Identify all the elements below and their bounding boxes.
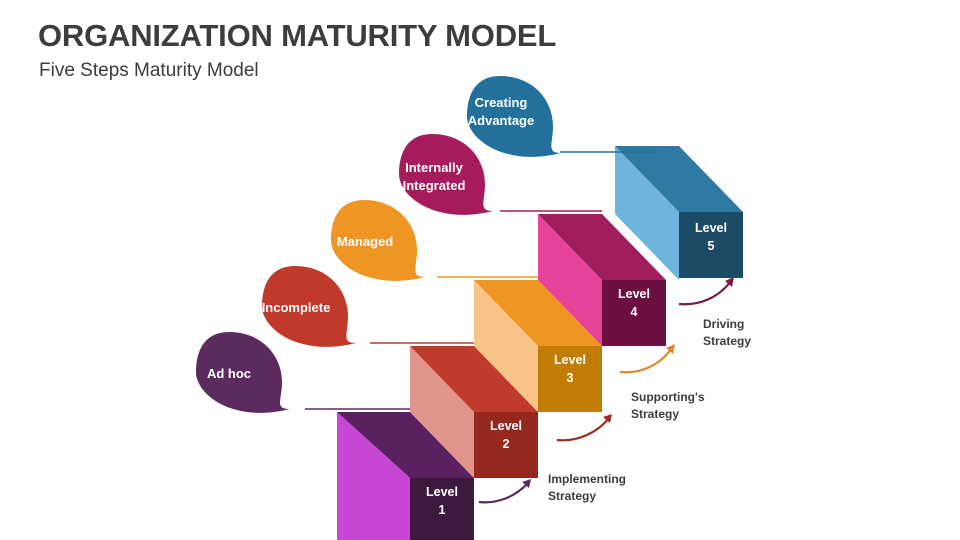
- callout-incomplete[interactable]: Incomplete: [262, 266, 356, 347]
- callout-creating-advantage-label-line2: Advantage: [468, 113, 534, 128]
- callout-ad-hoc[interactable]: Ad hoc: [196, 332, 290, 413]
- callout-ad-hoc-label: Ad hoc: [207, 366, 251, 381]
- callout-managed-label: Managed: [337, 234, 393, 249]
- arrow-driving: [678, 277, 734, 306]
- level-3-label-line2: 3: [567, 371, 574, 385]
- level-2-label-line1: Level: [490, 419, 522, 433]
- level-2-label-line2: 2: [503, 437, 510, 451]
- strategy-supportings-line1: Supporting's: [631, 390, 705, 404]
- callout-incomplete-label: Incomplete: [262, 300, 331, 315]
- page-title: ORGANIZATION MATURITY MODEL: [38, 18, 557, 53]
- callout-internally-integrated[interactable]: Internally Integrated: [399, 134, 493, 215]
- strategy-label-implementing: Implementing Strategy: [548, 472, 626, 503]
- callout-creating-advantage[interactable]: Creating Advantage: [467, 76, 561, 157]
- callout-creating-advantage-label-line1: Creating: [475, 95, 528, 110]
- arrow-implementing-curve: [478, 482, 529, 504]
- arrow-implementing: [478, 479, 531, 504]
- callout-managed[interactable]: Managed: [331, 200, 425, 281]
- arrow-level-2: [556, 414, 612, 442]
- level-5-label-line1: Level: [695, 221, 727, 235]
- strategy-supportings-line2: Strategy: [631, 407, 679, 421]
- strategy-implementing-line2: Strategy: [548, 489, 596, 503]
- arrow-level-2-curve: [556, 417, 610, 442]
- strategy-implementing-line1: Implementing: [548, 472, 626, 486]
- page-subtitle: Five Steps Maturity Model: [39, 60, 259, 81]
- callout-internally-integrated-label-line1: Internally: [405, 160, 464, 175]
- level-3-label-line1: Level: [554, 353, 586, 367]
- slide-canvas: ORGANIZATION MATURITY MODEL Five Steps M…: [0, 0, 960, 540]
- arrow-supportings-curve: [619, 347, 673, 374]
- strategy-driving-line2: Strategy: [703, 334, 751, 348]
- arrow-driving-curve: [678, 280, 732, 306]
- level-1-label-line2: 1: [439, 503, 446, 517]
- level-1-label-line1: Level: [426, 485, 458, 499]
- level-4-label-line2: 4: [631, 305, 638, 319]
- strategy-label-supportings: Supporting's Strategy: [631, 390, 705, 421]
- callout-internally-integrated-label-line2: Integrated: [403, 178, 466, 193]
- level-4-label-line1: Level: [618, 287, 650, 301]
- arrow-supportings: [619, 344, 675, 374]
- strategy-label-driving: Driving Strategy: [703, 317, 751, 348]
- strategy-driving-line1: Driving: [703, 317, 744, 331]
- level-5-label-line2: 5: [708, 239, 715, 253]
